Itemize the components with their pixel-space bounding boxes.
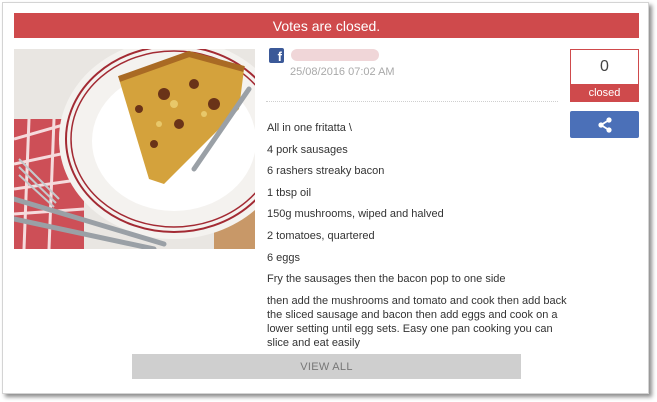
author-name-redacted	[291, 49, 379, 61]
post-line: 2 tomatoes, quartered	[267, 229, 375, 242]
vote-status-badge: closed	[571, 84, 638, 101]
share-icon	[597, 116, 612, 133]
entry-card: Votes are closed. f 25/08/2016 07:02 AM …	[2, 2, 649, 394]
post-line: then add the mushrooms and tomato and co…	[267, 294, 567, 349]
divider	[266, 101, 558, 102]
vote-count: 0	[600, 58, 609, 75]
post-line: 150g mushrooms, wiped and halved	[267, 208, 444, 221]
post-line: 6 eggs	[267, 251, 301, 264]
post-line: 1 tbsp oil	[267, 186, 312, 199]
post-line: Fry the sausages then the bacon pop to o…	[267, 273, 506, 286]
share-button[interactable]	[570, 111, 639, 138]
post-content: All in one fritatta \ 4 pork sausages 6 …	[267, 121, 567, 357]
votes-closed-banner: Votes are closed.	[14, 13, 639, 38]
view-all-button[interactable]: VIEW ALL	[132, 354, 521, 379]
post-line: 6 rashers streaky bacon	[267, 165, 385, 178]
fritatta-photo	[14, 49, 255, 249]
vote-counter: 0 closed	[570, 49, 639, 102]
post-timestamp: 25/08/2016 07:02 AM	[290, 66, 395, 78]
post-line: 4 pork sausages	[267, 143, 348, 156]
post-line: All in one fritatta \	[267, 122, 352, 134]
facebook-icon[interactable]: f	[269, 48, 284, 64]
